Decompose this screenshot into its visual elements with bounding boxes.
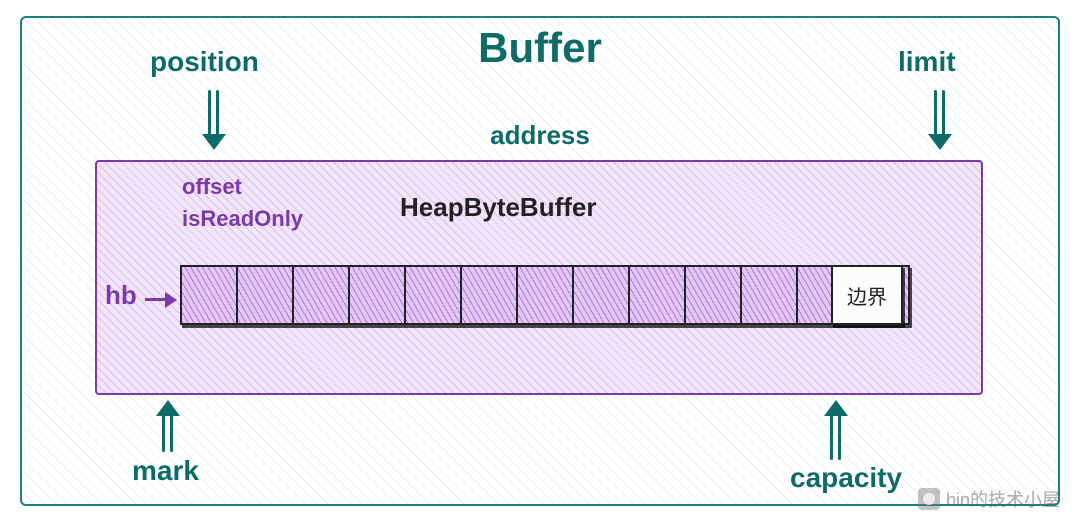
offset-label: offset bbox=[182, 174, 242, 200]
byte-cell bbox=[182, 267, 238, 323]
byte-cell bbox=[406, 267, 462, 323]
byte-cell bbox=[518, 267, 574, 323]
byte-cell bbox=[630, 267, 686, 323]
arrow-mark-up bbox=[154, 402, 182, 452]
mark-label: mark bbox=[132, 455, 199, 487]
hb-label: hb bbox=[105, 280, 137, 311]
arrow-capacity-up bbox=[822, 402, 850, 460]
hb-arrow-icon bbox=[145, 290, 179, 310]
byte-cell bbox=[350, 267, 406, 323]
byte-cell bbox=[462, 267, 518, 323]
limit-label: limit bbox=[898, 46, 956, 78]
arrow-limit-down bbox=[926, 90, 954, 148]
byte-cell bbox=[238, 267, 294, 323]
arrow-position-down bbox=[200, 90, 228, 148]
position-label: position bbox=[150, 46, 259, 78]
capacity-label: capacity bbox=[790, 462, 902, 494]
boundary-cell: 边界 bbox=[831, 265, 903, 325]
address-label: address bbox=[0, 120, 1080, 151]
isreadonly-label: isReadOnly bbox=[182, 206, 303, 232]
byte-cell bbox=[294, 267, 350, 323]
byte-cell bbox=[574, 267, 630, 323]
heapbytebuffer-label: HeapByteBuffer bbox=[400, 192, 597, 223]
byte-cell bbox=[686, 267, 742, 323]
byte-array-cells bbox=[180, 265, 910, 325]
byte-cell bbox=[742, 267, 798, 323]
